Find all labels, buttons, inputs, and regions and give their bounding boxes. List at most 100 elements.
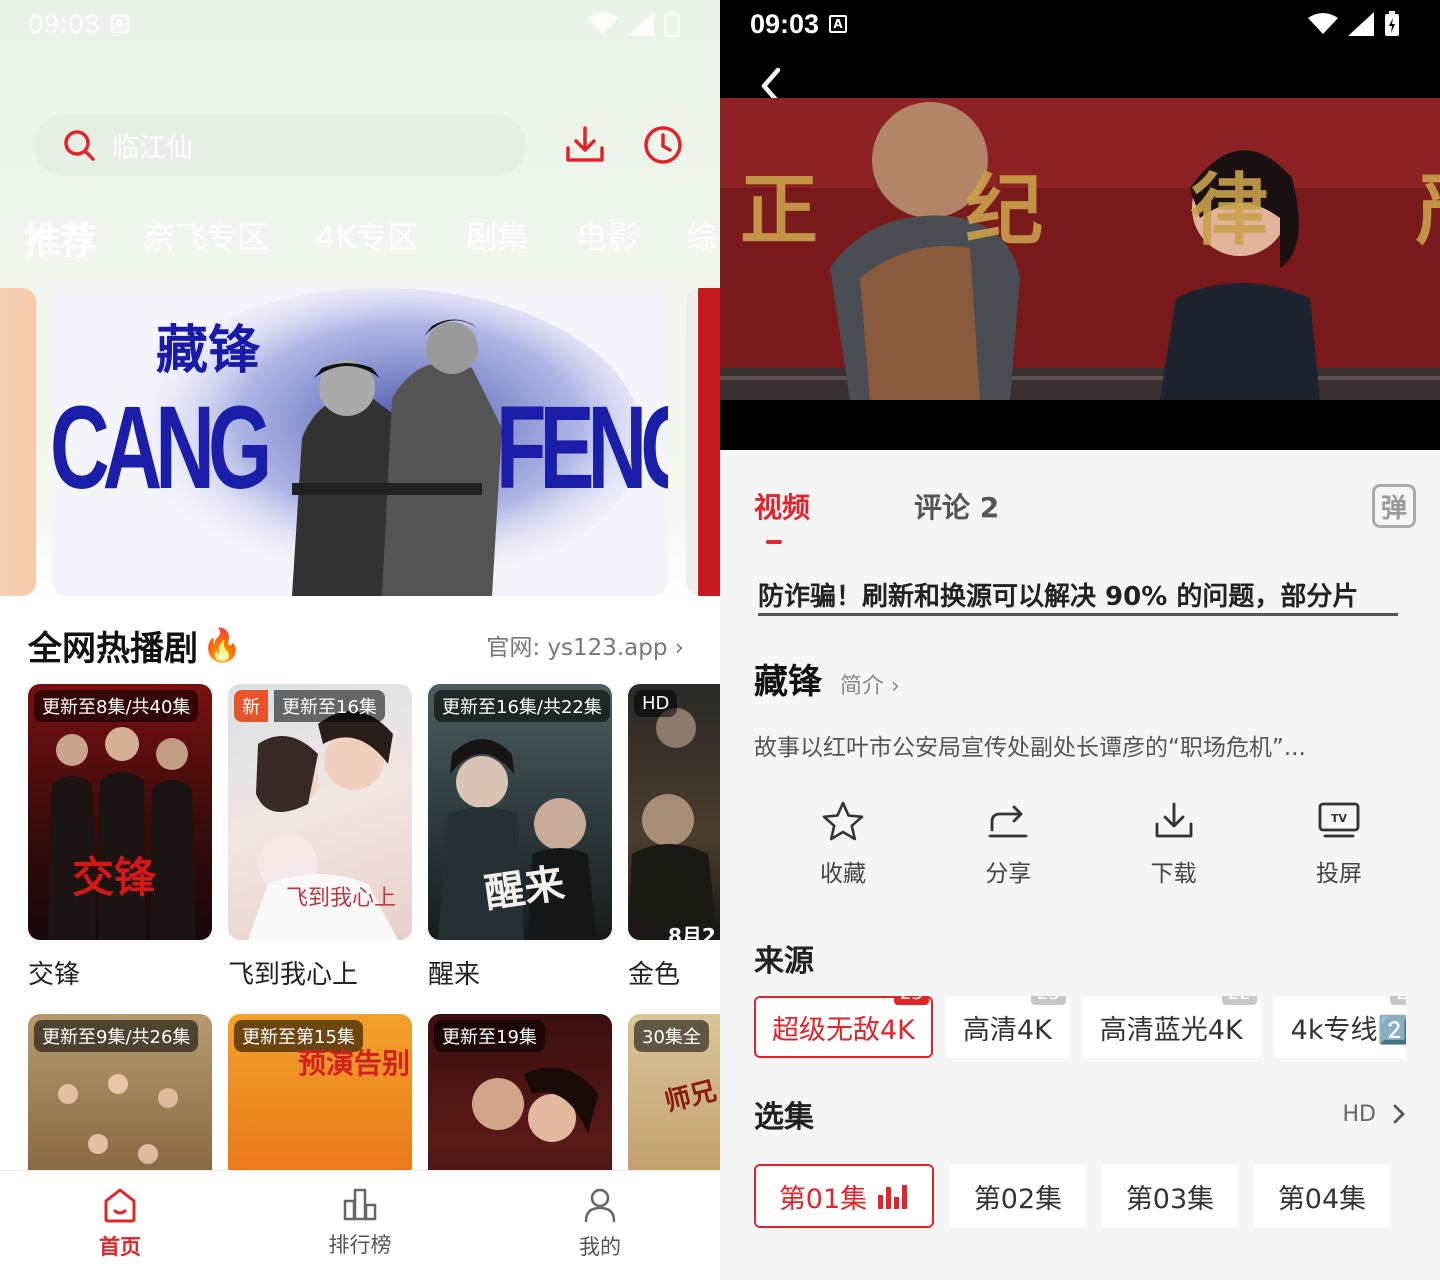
share-button[interactable]: 分享 (963, 800, 1053, 888)
update-badge: 更新至19集 (434, 1020, 545, 1052)
banner-word-feng: FENG (496, 382, 668, 514)
poster-image: 更新至8集/共40集 交锋 (28, 684, 212, 940)
title-row: 藏锋 简介 › (754, 654, 900, 703)
drama-card[interactable]: 更新至8集/共40集 交锋 交锋 (28, 684, 212, 991)
tab-profile[interactable]: 我的 (480, 1171, 720, 1280)
tab-variety[interactable]: 综 (686, 212, 717, 264)
tab-label: 首页 (99, 1235, 141, 1259)
episode-button[interactable]: 第02集 (950, 1164, 1086, 1228)
danmaku-toggle[interactable]: 弹 (1372, 484, 1416, 528)
poster-calligraphy: 预演告别 (298, 1047, 411, 1080)
source-option[interactable]: 4k专线2️⃣ 23 (1272, 996, 1406, 1058)
tab-movies[interactable]: 电影 (576, 212, 638, 264)
video-player[interactable]: 正 纪 律 严 明 (720, 98, 1440, 400)
banner-carousel[interactable]: 藏锋 CANG FENG (0, 288, 720, 596)
fire-icon: 🔥 (202, 626, 242, 664)
update-badge: 更新至9集/共26集 (34, 1020, 199, 1052)
poster-image: 新 更新至16集 飞到我心上 (228, 684, 412, 940)
banner-slide[interactable]: 藏锋 CANG FENG (52, 288, 668, 596)
home-screen: 09:03 A 临江仙 推荐 奈飞专区 4K专区 剧集 电影 综 藏锋 CANG… (0, 0, 720, 1280)
drama-card[interactable]: 新 更新至16集 飞到我心上 飞到我心上 (228, 684, 412, 991)
update-badge: 更新至16集/共22集 (434, 690, 610, 722)
drama-card[interactable]: 更新至16集/共22集 醒来 醒来 (428, 684, 612, 991)
status-time: 09:03 (750, 8, 820, 39)
source-count-badge: 23 (1390, 996, 1406, 1005)
signal-icon (628, 12, 654, 36)
banner-word-cang: CANG (52, 382, 272, 514)
chevron-right-icon (1393, 1104, 1405, 1124)
tab-series[interactable]: 剧集 (466, 212, 528, 264)
episode-count-badge: 30集全 (634, 1020, 709, 1052)
poster-calligraphy: 飞到我心上 (286, 886, 397, 911)
sources-heading: 来源 (754, 944, 814, 979)
show-description: 故事以红叶市公安局宣传处副处长谭彦的“职场危机”... (754, 735, 1306, 761)
action-row: 收藏 分享 下载 TV 投屏 (754, 800, 1406, 888)
source-option[interactable]: 高清蓝光4K 22 (1081, 996, 1261, 1058)
source-count-badge: 23 (893, 996, 929, 1005)
battery-charging-icon (1385, 11, 1399, 36)
notice-marquee: 防诈骗！刷新和换源可以解决 90% 的问题，部分片 (758, 576, 1398, 616)
episode-button[interactable]: 第04集 (1254, 1164, 1390, 1228)
status-time: 09:03 (28, 8, 101, 39)
hot-dramas-header: 全网热播剧 🔥 官网: ys123.app › (28, 620, 684, 670)
drama-card[interactable]: HD 8月2 金色 (628, 684, 720, 991)
tab-ranking[interactable]: 排行榜 (240, 1171, 480, 1280)
banner-next-slide[interactable] (686, 288, 720, 596)
poster-calligraphy: 醒来 (481, 859, 568, 918)
show-title: 藏锋 (754, 662, 822, 702)
tab-home[interactable]: 首页 (0, 1171, 240, 1280)
episode-button[interactable]: 第03集 (1102, 1164, 1238, 1228)
poster-calligraphy: 交锋 (72, 853, 157, 902)
download-icon (1155, 802, 1193, 838)
video-wall-sign: 正 纪 律 严 明 (740, 165, 1440, 256)
drama-title: 飞到我心上 (228, 960, 359, 990)
source-option[interactable]: 超级无敌4K 23 (754, 996, 933, 1058)
status-bar: 09:03 A (28, 6, 680, 42)
tab-4k[interactable]: 4K专区 (316, 212, 418, 264)
tab-label: 排行榜 (328, 1233, 392, 1257)
bottom-tab-bar: 首页 排行榜 我的 (0, 1170, 720, 1280)
share-icon (988, 805, 1028, 838)
history-clock-icon[interactable] (640, 122, 686, 168)
poster-date: 8月2 (668, 924, 716, 940)
search-icon (64, 130, 95, 161)
action-label: 下载 (1150, 861, 1197, 887)
category-tabs: 推荐 奈飞专区 4K专区 剧集 电影 综 (24, 212, 720, 264)
search-bar[interactable]: 临江仙 (34, 114, 526, 176)
search-placeholder: 临江仙 (112, 132, 193, 164)
source-option[interactable]: 高清4K 23 (944, 996, 1070, 1058)
notification-icon: A (110, 15, 129, 33)
banner-title-cn: 藏锋 (156, 320, 261, 381)
cast-button[interactable]: TV 投屏 (1294, 800, 1384, 888)
download-button[interactable]: 下载 (1129, 800, 1219, 888)
episode-button[interactable]: 第01集 (754, 1164, 934, 1228)
tab-recommend[interactable]: 推荐 (24, 212, 96, 264)
action-label: 分享 (985, 861, 1032, 887)
poster-image: 更新至16集/共22集 醒来 (428, 684, 612, 940)
banner-prev-slide[interactable] (0, 288, 36, 596)
favorite-button[interactable]: 收藏 (798, 800, 888, 888)
episode-quality-selector[interactable]: HD (1343, 1102, 1406, 1127)
source-list: 超级无敌4K 23 高清4K 23 高清蓝光4K 22 4k专线2️⃣ 23 (754, 996, 1406, 1060)
tv-cast-icon: TV (1318, 802, 1360, 838)
source-count-badge: 22 (1221, 996, 1257, 1005)
action-label: 投屏 (1315, 861, 1362, 887)
drama-title: 交锋 (28, 960, 81, 990)
notification-icon: A (829, 15, 848, 33)
tab-comments[interactable]: 评论 2 (914, 486, 999, 526)
website-link[interactable]: 官网: ys123.app › (486, 628, 684, 662)
ranking-bar-chart-icon (343, 1188, 377, 1221)
battery-icon (664, 11, 680, 37)
intro-link[interactable]: 简介 › (840, 668, 900, 700)
poster-calligraphy: 师兄 (661, 1076, 720, 1118)
drama-title: 醒来 (428, 960, 481, 990)
section-title: 全网热播剧 (28, 628, 198, 669)
update-badge: 更新至16集 (274, 690, 385, 722)
download-icon[interactable] (562, 122, 608, 168)
signal-icon (1348, 12, 1374, 36)
update-badge: 更新至8集/共40集 (34, 690, 199, 722)
tab-video[interactable]: 视频 (754, 486, 810, 544)
tab-netflix[interactable]: 奈飞专区 (144, 212, 268, 264)
new-badge: 新 (234, 690, 268, 722)
playing-equalizer-icon (878, 1185, 908, 1209)
